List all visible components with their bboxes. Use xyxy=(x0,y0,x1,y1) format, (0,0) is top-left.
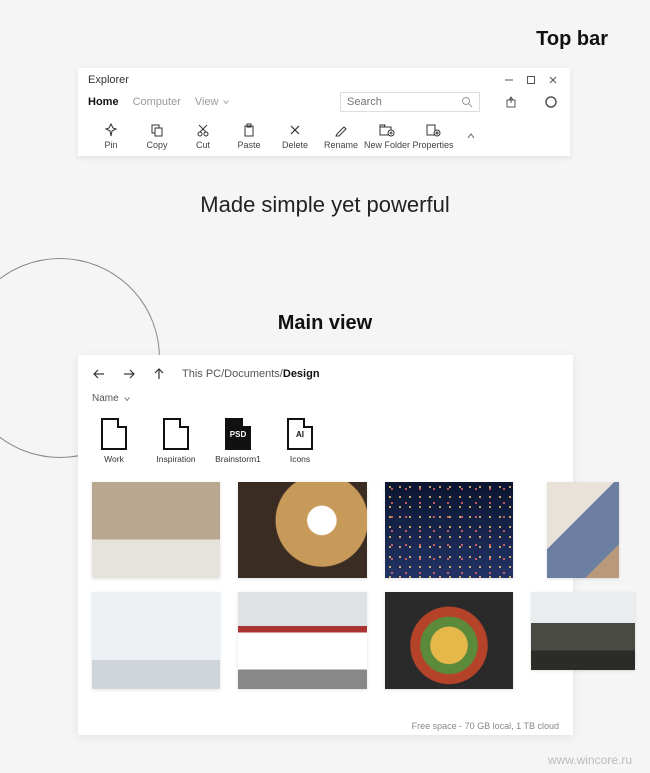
folder-icon xyxy=(163,418,189,450)
properties-icon xyxy=(425,122,441,138)
sort-dropdown[interactable]: Name xyxy=(92,393,559,404)
tool-pin-label: Pin xyxy=(104,140,117,150)
watermark: www.wincore.ru xyxy=(548,753,632,767)
tool-rename[interactable]: Rename xyxy=(318,122,364,150)
tab-view-label: View xyxy=(195,96,219,108)
minimize-button[interactable] xyxy=(504,75,516,85)
arrow-right-icon xyxy=(122,367,136,381)
search-input[interactable] xyxy=(347,96,447,108)
window-title: Explorer xyxy=(88,74,129,86)
circle-icon xyxy=(544,95,558,109)
image-thumbnail[interactable] xyxy=(238,482,366,578)
chevron-down-icon xyxy=(123,395,131,403)
up-button[interactable] xyxy=(152,367,166,381)
maximize-button[interactable] xyxy=(526,75,538,85)
tool-paste[interactable]: Paste xyxy=(226,122,272,150)
folder-label: Work xyxy=(104,454,124,464)
thumbnail-grid xyxy=(92,482,559,670)
breadcrumb-path: This PC/Documents/ xyxy=(182,368,283,380)
folder-label: Inspiration xyxy=(156,454,195,464)
tool-copy-label: Copy xyxy=(146,140,167,150)
tool-rename-label: Rename xyxy=(324,140,358,150)
folder-label: Brainstorm1 xyxy=(215,454,261,464)
section-heading-main-view: Main view xyxy=(0,312,650,335)
tab-computer[interactable]: Computer xyxy=(133,96,181,108)
breadcrumb[interactable]: This PC/Documents/Design xyxy=(182,368,320,380)
tool-new-folder[interactable]: New Folder xyxy=(364,122,410,150)
window-menubar: Home Computer View xyxy=(78,90,570,118)
tagline-text: Made simple yet powerful xyxy=(0,192,650,218)
tool-pin[interactable]: Pin xyxy=(88,122,134,150)
image-thumbnail[interactable] xyxy=(531,592,634,669)
chevron-down-icon xyxy=(222,98,230,106)
tool-properties[interactable]: Properties xyxy=(410,122,456,150)
tool-paste-label: Paste xyxy=(237,140,260,150)
folder-icon xyxy=(101,418,127,450)
ribbon-toolbar: Pin Copy Cut Paste Delete Rename New Fol… xyxy=(78,118,570,152)
tool-new-folder-label: New Folder xyxy=(364,140,410,150)
copy-icon xyxy=(150,122,164,138)
search-icon xyxy=(461,96,473,108)
tool-cut-label: Cut xyxy=(196,140,210,150)
tool-properties-label: Properties xyxy=(412,140,453,150)
image-thumbnail[interactable] xyxy=(385,482,513,578)
window-titlebar: Explorer xyxy=(78,74,570,90)
paste-icon xyxy=(242,122,256,138)
folder-brainstorm[interactable]: Brainstorm1 xyxy=(216,418,260,464)
tool-copy[interactable]: Copy xyxy=(134,122,180,150)
arrow-up-icon xyxy=(152,367,166,381)
image-thumbnail[interactable] xyxy=(92,592,220,688)
rename-icon xyxy=(334,122,348,138)
ai-file-icon xyxy=(287,418,313,450)
ribbon-collapse-button[interactable] xyxy=(456,131,486,141)
delete-icon xyxy=(288,122,302,138)
psd-file-icon xyxy=(225,418,251,450)
share-button[interactable] xyxy=(502,93,520,111)
cut-icon xyxy=(196,122,210,138)
explorer-top-bar-window: Explorer Home Computer View xyxy=(78,68,570,156)
back-button[interactable] xyxy=(92,367,106,381)
image-thumbnail[interactable] xyxy=(547,482,619,578)
section-heading-top-bar: Top bar xyxy=(536,28,608,51)
folder-row: Work Inspiration Brainstorm1 Icons xyxy=(92,418,559,464)
close-button[interactable] xyxy=(548,75,560,85)
folder-work[interactable]: Work xyxy=(92,418,136,464)
tool-delete[interactable]: Delete xyxy=(272,122,318,150)
image-thumbnail[interactable] xyxy=(385,592,513,688)
pin-icon xyxy=(104,122,118,138)
navigation-bar: This PC/Documents/Design xyxy=(92,367,559,381)
chevron-up-icon xyxy=(466,131,476,141)
status-bar: Free space - 70 GB local, 1 TB cloud xyxy=(92,715,559,731)
image-thumbnail[interactable] xyxy=(92,482,220,578)
folder-inspiration[interactable]: Inspiration xyxy=(154,418,198,464)
image-thumbnail[interactable] xyxy=(238,592,366,688)
arrow-left-icon xyxy=(92,367,106,381)
folder-icons[interactable]: Icons xyxy=(278,418,322,464)
new-folder-icon xyxy=(379,122,395,138)
share-icon xyxy=(504,95,518,109)
tab-view[interactable]: View xyxy=(195,96,230,108)
breadcrumb-current: Design xyxy=(283,368,320,380)
search-box[interactable] xyxy=(340,92,480,112)
cortana-button[interactable] xyxy=(542,93,560,111)
sort-label: Name xyxy=(92,393,119,404)
explorer-main-view-window: This PC/Documents/Design Name Work Inspi… xyxy=(78,355,573,735)
forward-button[interactable] xyxy=(122,367,136,381)
tab-home[interactable]: Home xyxy=(88,96,119,108)
folder-label: Icons xyxy=(290,454,310,464)
tool-cut[interactable]: Cut xyxy=(180,122,226,150)
tool-delete-label: Delete xyxy=(282,140,308,150)
